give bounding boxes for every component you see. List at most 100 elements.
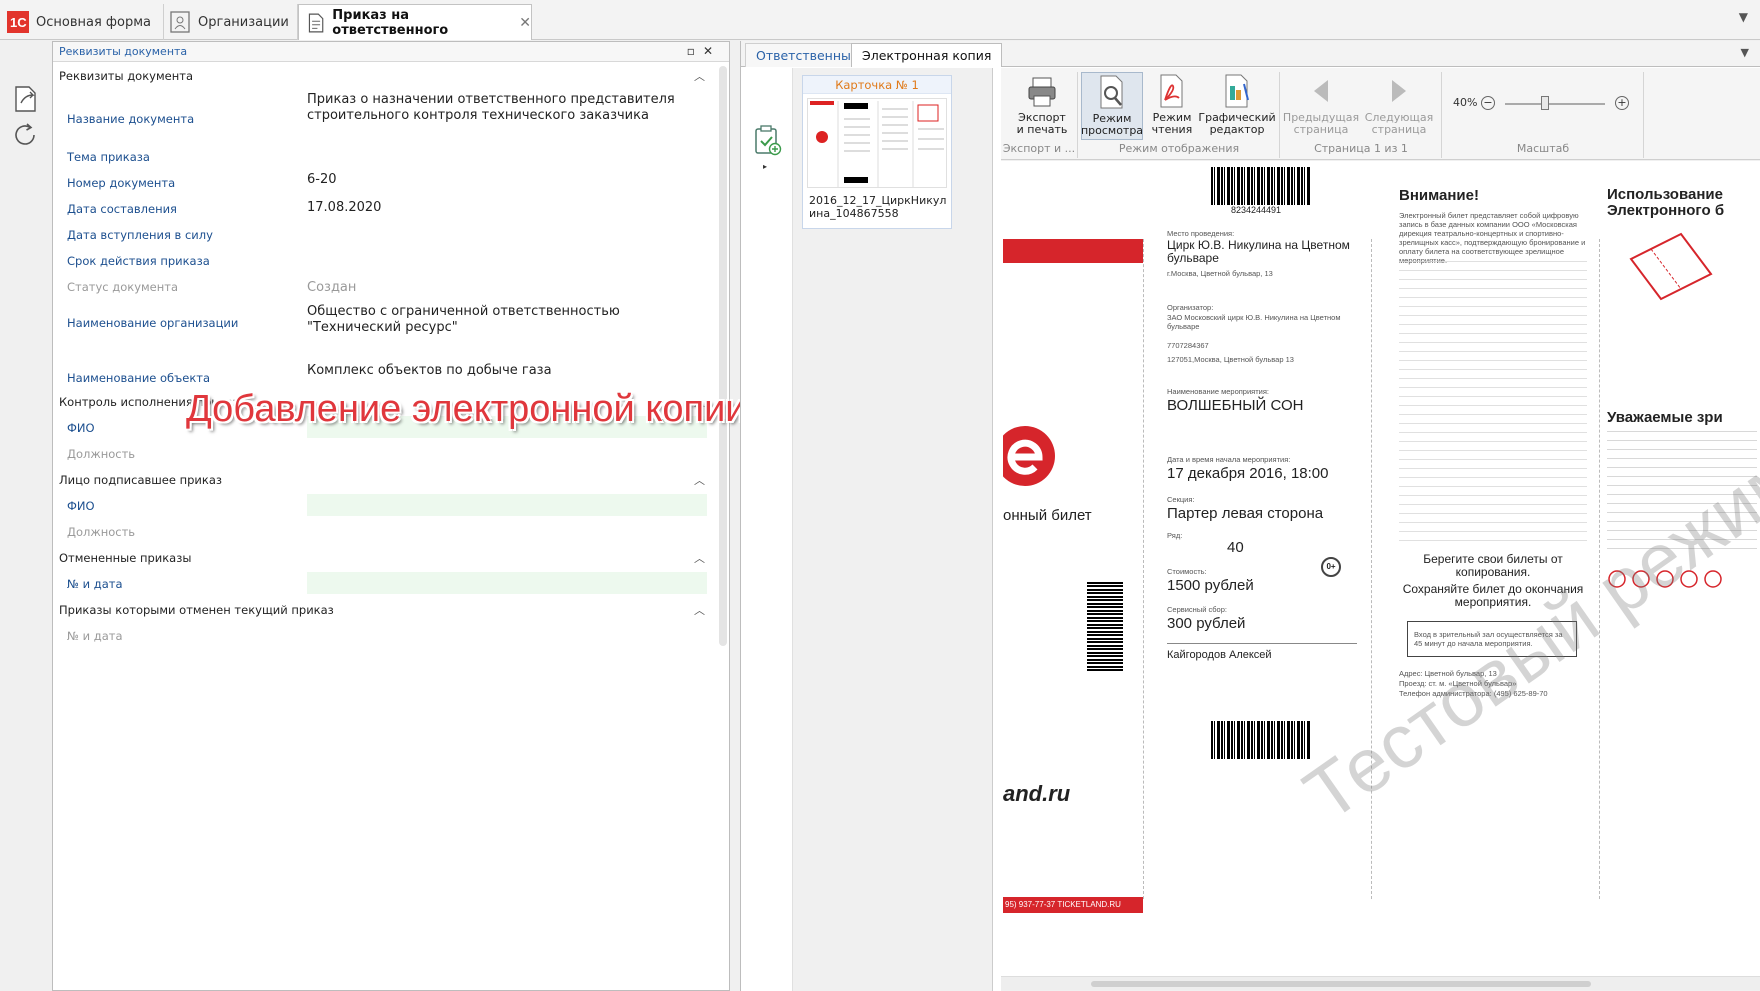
signer-fio-input[interactable] xyxy=(307,494,707,516)
object-value[interactable]: Комплекс объектов по добыче газа xyxy=(307,363,707,379)
horizontal-scrollbar[interactable] xyxy=(1001,976,1760,990)
doc-name-value[interactable]: Приказ о назначении ответственного предс… xyxy=(307,92,707,124)
tab-organizations[interactable]: Организации xyxy=(162,4,298,40)
vertical-scrollbar[interactable] xyxy=(719,66,727,646)
tab-label: Приказ на ответственного xyxy=(332,7,449,38)
barcode-number: 8234244491 xyxy=(1231,205,1282,215)
arrow-left-icon xyxy=(1314,80,1328,102)
panel-header: Реквизиты документа ▫✕ xyxy=(53,42,729,62)
organizer-address: 127051,Москва, Цветной бульвар 13 xyxy=(1167,355,1294,364)
fold-line xyxy=(1599,239,1600,899)
zoom-out-icon[interactable]: − xyxy=(1481,96,1495,110)
field-label: Наименование объекта xyxy=(67,371,211,385)
event-value: ВОЛШЕБНЫЙ СОН xyxy=(1167,397,1304,414)
attachment-card[interactable]: Карточка № 1 2016_12_17_ЦиркНикулина_104… xyxy=(802,75,952,229)
next-page-button[interactable]: Следующая страница xyxy=(1363,72,1435,140)
refresh-icon[interactable] xyxy=(10,120,40,150)
field-label: ФИО xyxy=(67,421,95,435)
svg-text:1С: 1С xyxy=(10,15,27,30)
field-cancelled-by-num: № и дата xyxy=(59,624,709,648)
signer-position-input[interactable] xyxy=(307,520,707,542)
organization-value[interactable]: Общество с ограниченной ответственностью… xyxy=(307,304,707,336)
close-icon[interactable]: ✕ xyxy=(519,15,531,31)
age-badge: 0+ xyxy=(1321,557,1341,577)
read-mode-button[interactable]: Режим чтения xyxy=(1147,72,1197,140)
prev-page-button[interactable]: Предыдущая страница xyxy=(1283,72,1359,140)
section-label: Секция: xyxy=(1167,495,1195,504)
field-control-position: Должность xyxy=(59,442,709,466)
organizer-value: ЗАО Московский цирк Ю.В. Никулина на Цве… xyxy=(1167,313,1341,331)
document-icon xyxy=(308,13,324,32)
phone-strip: 95) 937-77-37 TICKETLAND.RU xyxy=(1003,897,1143,913)
chevron-up-icon[interactable]: ︿ xyxy=(694,472,705,488)
field-effective-date: Дата вступления в силу xyxy=(59,222,709,248)
export-document-icon[interactable] xyxy=(10,84,40,114)
top-tab-bar: 1С Основная форма Организации Приказ на … xyxy=(0,0,1760,40)
zoom-slider-thumb[interactable] xyxy=(1541,96,1549,110)
control-position-input[interactable] xyxy=(307,442,707,464)
attachments-panel: Ответственные Электронная копия ▼ ▸ Карт… xyxy=(740,41,1760,991)
close-icon[interactable]: ✕ xyxy=(703,44,721,58)
cancelled-num-input[interactable] xyxy=(307,572,707,594)
date-value[interactable]: 17.08.2020 xyxy=(307,200,707,216)
group-label: Страница 1 из 1 xyxy=(1314,142,1408,155)
cancelled-by-num-input[interactable] xyxy=(307,624,707,646)
usage-title: Использование Электронного б xyxy=(1607,186,1725,219)
dear-title: Уважаемые зри xyxy=(1607,409,1723,426)
price-value: 1500 рублей xyxy=(1167,577,1254,594)
ticket-fold-diagram-icon xyxy=(1629,232,1713,301)
field-label: Наименование организации xyxy=(67,316,239,330)
magnifier-page-icon xyxy=(1100,75,1123,109)
chevron-up-icon[interactable]: ︿ xyxy=(694,602,705,618)
venue-address-note: Адрес: Цветной бульвар, 13 xyxy=(1399,669,1497,678)
site-label: and.ru xyxy=(1003,781,1071,806)
group-label: Масштаб xyxy=(1516,142,1570,155)
section-signer[interactable]: Лицо подписавшее приказ ︿ xyxy=(59,468,709,492)
field-organization: Наименование организации Общество с огра… xyxy=(59,300,709,336)
tab-label: Основная форма xyxy=(36,14,152,30)
thumbnail-list: Карточка № 1 2016_12_17_ЦиркНикулина_104… xyxy=(793,68,993,991)
field-doc-name: Название документа Приказ о назначении о… xyxy=(59,92,709,144)
field-object: Наименование объекта Комплекс объектов п… xyxy=(59,362,709,388)
prohibition-icon xyxy=(1608,570,1722,588)
field-signer-fio: ФИО xyxy=(59,494,709,518)
field-validity: Срок действия приказа xyxy=(59,248,709,274)
section-cancelled-by[interactable]: Приказы которыми отменен текущий приказ … xyxy=(59,598,709,622)
chevron-down-icon[interactable]: ▼ xyxy=(1739,10,1748,24)
keep-until-note: Сохраняйте билет до окончания мероприяти… xyxy=(1402,582,1584,609)
price-label: Стоимость: xyxy=(1167,567,1207,576)
attach-file-icon[interactable] xyxy=(753,124,783,158)
zoom-in-icon[interactable]: + xyxy=(1615,96,1629,110)
graphic-editor-button[interactable]: Графический редактор xyxy=(1198,72,1276,140)
terms-text-block xyxy=(1399,261,1587,541)
row-value: 40 xyxy=(1227,539,1244,556)
prohibition-icons xyxy=(1607,569,1757,592)
section-requisites[interactable]: Реквизиты документа ︿ xyxy=(59,64,709,88)
maximize-icon[interactable]: ▫ xyxy=(687,44,703,58)
fee-value: 300 рублей xyxy=(1167,615,1246,632)
tab-electronic-copy[interactable]: Электронная копия xyxy=(851,43,1003,67)
view-mode-button[interactable]: Режим просмотра xyxy=(1081,72,1143,140)
field-label: Тема приказа xyxy=(67,150,150,164)
chevron-up-icon[interactable]: ︿ xyxy=(694,550,705,566)
entry-note: Вход в зрительный зал осуществляется за … xyxy=(1407,621,1577,657)
chevron-up-icon[interactable]: ︿ xyxy=(694,68,705,84)
ticketland-logo-icon xyxy=(1003,426,1055,486)
tab-main-form[interactable]: 1С Основная форма xyxy=(0,4,164,40)
scroll-thumb[interactable] xyxy=(1091,981,1591,987)
card-filename: 2016_12_17_ЦиркНикулина_104867558 xyxy=(809,194,947,220)
number-value[interactable]: 6-20 xyxy=(307,172,707,188)
section-cancelled[interactable]: Отмененные приказы ︿ xyxy=(59,546,709,570)
status-value: Создан xyxy=(307,280,357,295)
zoom-slider-track[interactable] xyxy=(1505,103,1605,105)
ticket-thumbnail-icon xyxy=(810,101,944,187)
tab-order-responsible[interactable]: Приказ на ответственного ✕ xyxy=(298,4,532,40)
rules-text-block xyxy=(1607,431,1757,551)
section-value: Партер левая сторона xyxy=(1167,505,1324,522)
export-print-button[interactable]: Экспорт и печать xyxy=(1011,72,1073,140)
caret-down-icon[interactable]: ▸ xyxy=(763,162,767,171)
chevron-down-icon[interactable]: ▼ xyxy=(1741,46,1749,59)
section-title: Реквизиты документа xyxy=(59,69,193,83)
card-title: Карточка № 1 xyxy=(803,76,951,94)
venue-label: Место проведения: xyxy=(1167,229,1235,238)
